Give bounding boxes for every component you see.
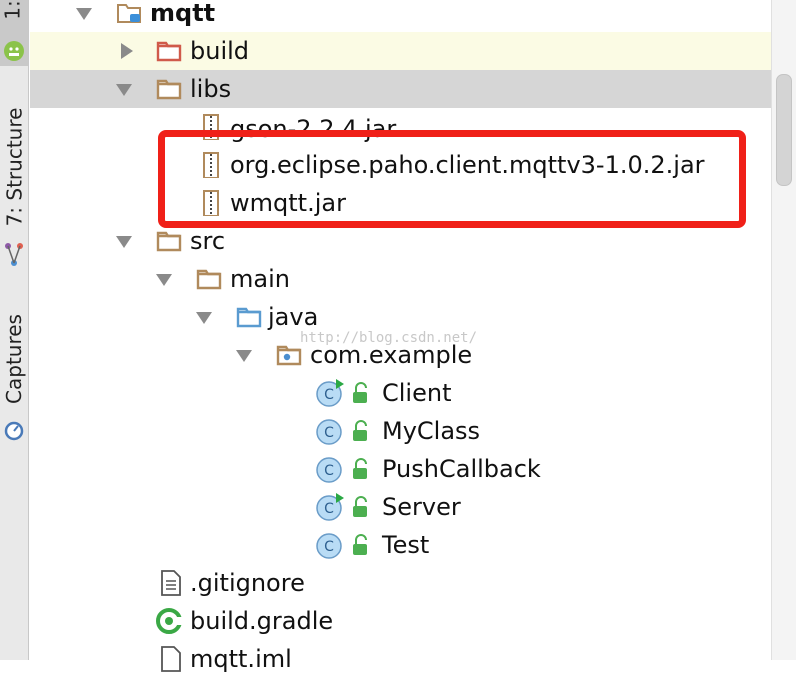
tree-row-mqtt[interactable]: mqtt — [30, 0, 772, 32]
folder-icon — [156, 231, 182, 252]
captures-tab-label: Captures — [2, 314, 27, 404]
class-icon: C — [316, 533, 342, 559]
folder-icon — [196, 269, 222, 290]
vertical-scrollbar[interactable] — [771, 0, 796, 660]
tree-label-class: Client — [382, 379, 452, 407]
tree-label-mqtt: mqtt — [150, 0, 216, 27]
svg-text:C: C — [324, 463, 334, 479]
tree-row-class-server[interactable]: C Server — [30, 488, 772, 526]
captures-icon — [4, 421, 24, 441]
project-tab-label: 1: — [0, 0, 25, 20]
tree-row-mqtt-iml[interactable]: mqtt.iml — [30, 640, 772, 678]
chevron-down-icon[interactable] — [114, 79, 134, 99]
tree-label-libs: libs — [190, 75, 232, 103]
scrollbar-thumb[interactable] — [776, 74, 792, 186]
tree-label-class: PushCallback — [382, 455, 541, 483]
lock-icon — [353, 458, 367, 479]
chevron-down-icon[interactable] — [194, 307, 214, 327]
file-icon — [161, 646, 181, 672]
runnable-class-icon: C — [316, 379, 344, 407]
svg-text:C: C — [324, 387, 334, 403]
tree-row-build[interactable]: build — [30, 32, 772, 70]
tree-label-build-gradle: build.gradle — [190, 607, 334, 635]
svg-text:C: C — [324, 539, 334, 555]
tree-label-java: java — [268, 303, 319, 331]
lock-icon — [353, 420, 367, 441]
structure-icon — [5, 243, 23, 266]
tree-row-gitignore[interactable]: .gitignore — [30, 564, 772, 602]
android-icon — [4, 41, 24, 61]
lock-icon — [353, 496, 367, 517]
structure-tab-label: 7: Structure — [2, 107, 27, 227]
tree-row-class-test[interactable]: C Test — [30, 526, 772, 564]
excluded-folder-icon — [156, 41, 182, 62]
captures-tab[interactable]: Captures — [0, 300, 28, 418]
tree-label-mqtt-iml: mqtt.iml — [190, 645, 292, 673]
chevron-down-icon[interactable] — [114, 231, 134, 251]
chevron-right-icon[interactable] — [116, 41, 136, 61]
svg-text:C: C — [324, 425, 334, 441]
tree-row-class-pushcallback[interactable]: C PushCallback — [30, 450, 772, 488]
tree-row-class-myclass[interactable]: C MyClass — [30, 412, 772, 450]
folder-icon — [156, 79, 182, 100]
class-icon: C — [316, 457, 342, 483]
highlight-annotation-box — [158, 130, 746, 228]
tree-label-class: Test — [382, 531, 430, 559]
package-icon — [276, 345, 302, 366]
tree-label-build: build — [190, 37, 250, 65]
source-folder-icon — [236, 307, 262, 328]
lock-icon — [353, 534, 367, 555]
watermark: http://blog.csdn.net/ — [300, 330, 478, 346]
tree-row-class-client[interactable]: C Client — [30, 374, 772, 412]
structure-tab[interactable]: 7: Structure — [0, 96, 28, 238]
tree-label-src: src — [190, 227, 226, 255]
tree-row-build-gradle[interactable]: build.gradle — [30, 602, 772, 640]
chevron-down-icon[interactable] — [74, 3, 94, 23]
project-tab[interactable]: 1: — [0, 0, 28, 66]
chevron-down-icon[interactable] — [154, 269, 174, 289]
tree-label-main: main — [230, 265, 290, 293]
tree-row-libs[interactable]: libs — [30, 70, 772, 108]
tool-window-strip: 1: 7: Structure Captures — [0, 0, 29, 660]
class-icon: C — [316, 419, 342, 445]
module-folder-icon — [117, 4, 141, 23]
chevron-down-icon[interactable] — [234, 345, 254, 365]
gradle-icon — [156, 608, 182, 634]
tree-label-class: Server — [382, 493, 461, 521]
tree-row-main[interactable]: main — [30, 260, 772, 298]
tree-label-class: MyClass — [382, 417, 481, 445]
runnable-class-icon: C — [316, 493, 344, 521]
svg-text:C: C — [324, 501, 334, 517]
text-file-icon — [161, 570, 181, 596]
tree-label-gitignore: .gitignore — [190, 569, 305, 597]
lock-icon — [353, 382, 367, 403]
